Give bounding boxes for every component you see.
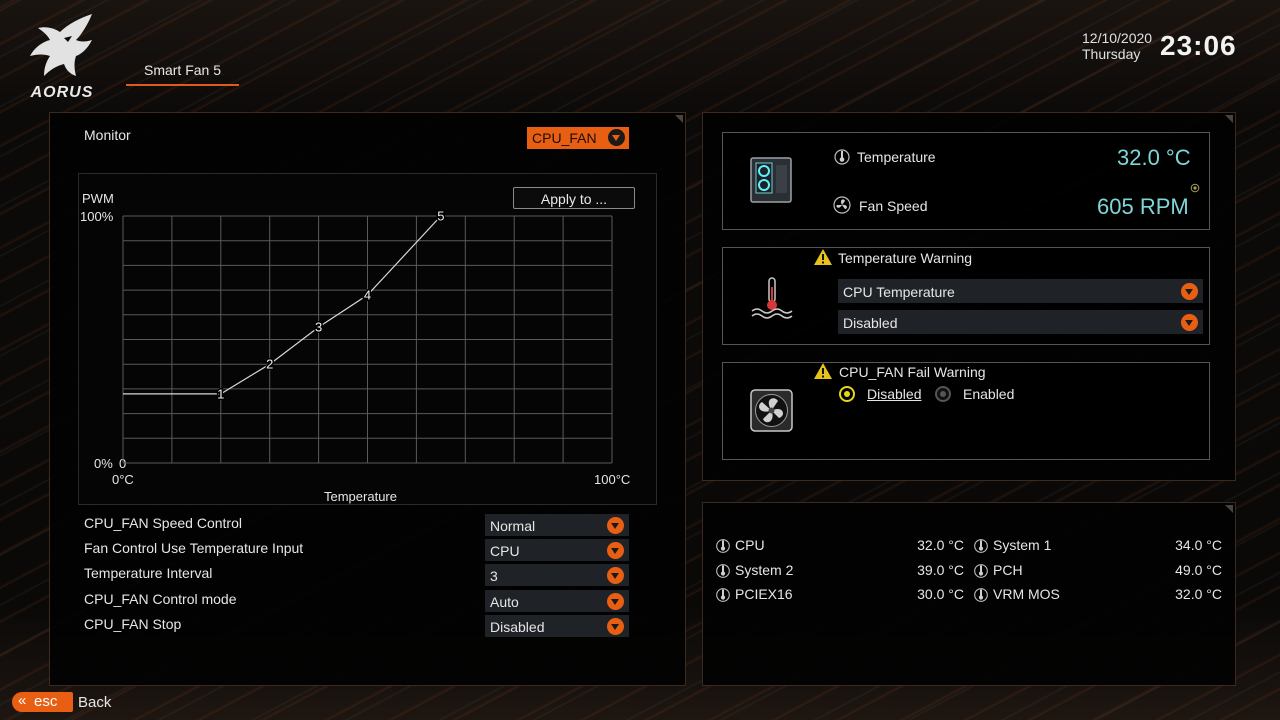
- fail-warning-enabled-label[interactable]: Enabled: [963, 386, 1014, 402]
- chevron-down-icon: [607, 592, 624, 610]
- fail-warning-enabled-radio[interactable]: [935, 386, 951, 402]
- settings-dot-icon[interactable]: [1190, 183, 1200, 193]
- setting-label: Fan Control Use Temperature Input: [84, 540, 304, 557]
- temperature-warning-source-value: CPU Temperature: [843, 284, 955, 300]
- tab-underline: [126, 84, 239, 86]
- setting-label: CPU_FAN Control mode: [84, 590, 237, 607]
- setting-select[interactable]: Normal: [485, 514, 629, 536]
- esc-label: esc: [34, 693, 58, 710]
- thermometer-icon: [834, 149, 850, 165]
- y-axis-label: PWM: [82, 191, 114, 206]
- chevron-down-icon: [607, 567, 624, 585]
- sensor-value: 39.0 °C: [917, 561, 964, 578]
- fan-selector[interactable]: CPU_FAN: [527, 127, 629, 149]
- fail-warning-disabled-label[interactable]: Disabled: [867, 386, 921, 402]
- sensor-value: 32.0 °C: [1175, 586, 1222, 602]
- setting-select[interactable]: 3: [485, 564, 629, 587]
- back-label[interactable]: Back: [78, 694, 111, 711]
- sensor-value: 32.0 °C: [917, 537, 964, 553]
- temperature-value: 32.0 °C: [1117, 145, 1191, 170]
- setting-select[interactable]: CPU: [485, 539, 629, 562]
- setting-select[interactable]: Disabled: [485, 614, 629, 637]
- chevron-down-icon: [1181, 314, 1198, 331]
- sensor-name: System 2: [735, 561, 794, 578]
- x-tick-right: 100°C: [594, 472, 631, 487]
- origin-label: 0: [119, 456, 127, 471]
- chevron-down-icon: [607, 542, 624, 560]
- thermometer-icon: [974, 539, 988, 553]
- sensor-name: System 1: [993, 537, 1052, 553]
- sensor-name: PCH: [993, 561, 1023, 578]
- sensor-value: 34.0 °C: [1175, 537, 1222, 553]
- date-display: 12/10/2020 Thursday: [1082, 30, 1152, 62]
- fan-selector-value: CPU_FAN: [532, 130, 597, 146]
- x-axis-label: Temperature: [324, 489, 397, 504]
- y-tick-top: 100%: [80, 209, 114, 224]
- case-fan-icon: [750, 389, 793, 432]
- warning-icon: [814, 363, 832, 379]
- temperature-warning-state-value: Disabled: [843, 315, 898, 331]
- sensor-name: VRM MOS: [993, 586, 1060, 602]
- fan-speed-value: 605 RPM: [1097, 194, 1189, 219]
- pc-case-icon: [750, 157, 792, 203]
- setting-value: Normal: [490, 518, 536, 534]
- thermometer-icon: [974, 588, 988, 602]
- chevron-down-icon: [607, 617, 624, 635]
- sensor-name: PCIEX16: [735, 586, 793, 602]
- setting-label: Temperature Interval: [84, 565, 213, 582]
- esc-button[interactable]: « esc: [12, 692, 73, 712]
- tab-smart-fan[interactable]: Smart Fan 5: [126, 62, 239, 78]
- setting-value: CPU: [490, 543, 520, 560]
- warning-icon: [814, 249, 832, 265]
- thermometer-icon: [716, 563, 730, 578]
- double-chevron-left-icon: «: [18, 692, 27, 709]
- setting-value: Disabled: [490, 618, 545, 635]
- brand-logo-text: AORUS: [30, 84, 94, 101]
- fail-warning-disabled-radio[interactable]: [839, 386, 855, 402]
- heat-thermometer-icon: [751, 277, 793, 319]
- thermometer-icon: [716, 539, 730, 553]
- thermometer-icon: [974, 563, 988, 578]
- thermometer-icon: [716, 588, 730, 602]
- temperature-warning-title: Temperature Warning: [838, 250, 973, 266]
- fan-icon: [833, 196, 851, 214]
- chevron-down-icon: [1181, 283, 1198, 300]
- fan-curve-chart: [78, 173, 657, 505]
- temperature-warning-source-select[interactable]: CPU Temperature: [838, 279, 1203, 303]
- apply-to-button[interactable]: Apply to ...: [513, 187, 635, 209]
- fan-speed-label: Fan Speed: [859, 198, 928, 214]
- temperature-label: Temperature: [857, 149, 936, 165]
- monitor-label: Monitor: [84, 127, 131, 143]
- sensor-value: 30.0 °C: [917, 586, 964, 602]
- setting-label: CPU_FAN Speed Control: [84, 515, 242, 531]
- sensor-value: 49.0 °C: [1175, 561, 1222, 578]
- sensor-name: CPU: [735, 537, 765, 553]
- chevron-down-icon: [607, 517, 624, 534]
- clock: 23:06: [1160, 30, 1237, 61]
- setting-value: 3: [490, 568, 498, 585]
- fan-fail-warning-title: CPU_FAN Fail Warning: [839, 364, 986, 380]
- date-text: 12/10/2020: [1082, 30, 1153, 46]
- setting-select[interactable]: Auto: [485, 589, 629, 612]
- y-tick-bottom: 0%: [94, 456, 113, 471]
- temperature-warning-state-select[interactable]: Disabled: [838, 310, 1203, 334]
- weekday-text: Thursday: [1082, 46, 1141, 62]
- setting-value: Auto: [490, 593, 519, 610]
- setting-label: CPU_FAN Stop: [84, 615, 182, 632]
- x-tick-left: 0°C: [112, 472, 134, 487]
- chevron-down-icon: [608, 129, 625, 146]
